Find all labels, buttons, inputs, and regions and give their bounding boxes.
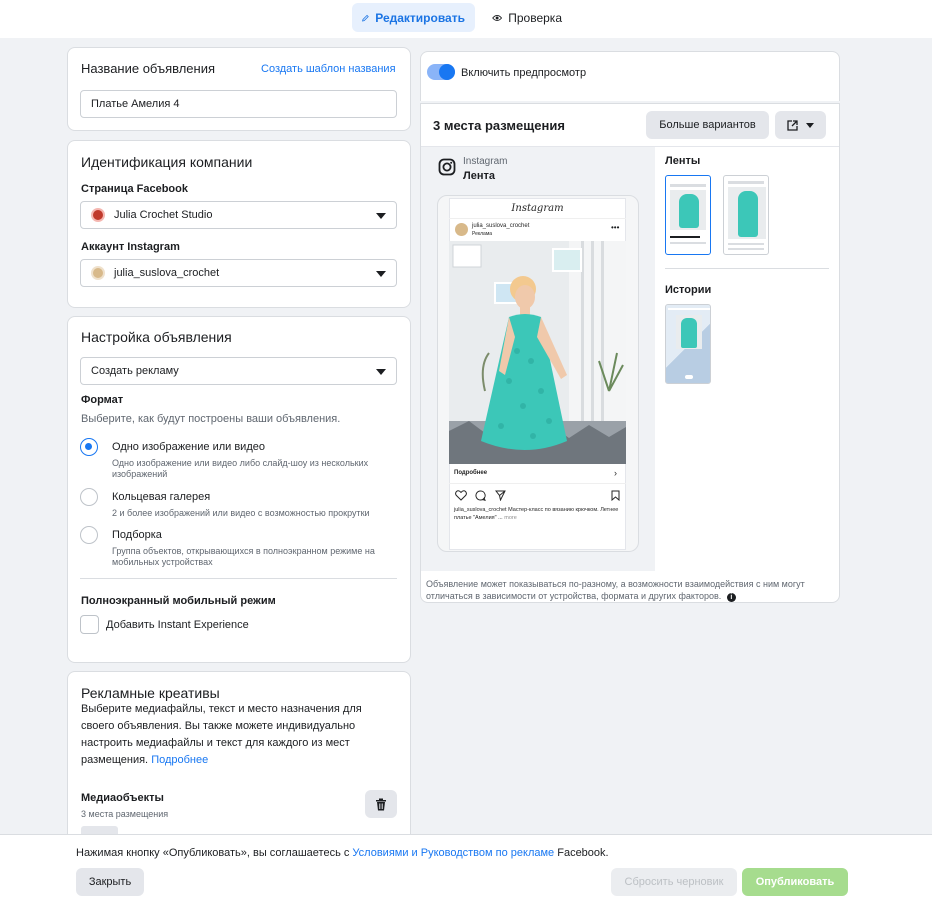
story-thumb-instagram[interactable] [665,304,711,384]
bookmark-icon[interactable] [611,490,620,501]
creatives-description: Выберите медиафайлы, текст и место назна… [81,701,381,769]
format-option-title: Кольцевая галерея [112,491,211,503]
instant-experience-label: Добавить Instant Experience [106,619,249,631]
agreement-prefix: Нажимая кнопку «Опубликовать», вы соглаш… [76,847,353,859]
heart-icon[interactable] [455,490,467,501]
create-name-template-link[interactable]: Создать шаблон названия [261,63,396,75]
cta-label: Подробнее [454,470,488,476]
post-image [449,241,626,464]
chevron-down-icon [376,271,386,277]
instagram-icon [438,158,456,176]
chevron-right-icon: › [614,468,617,478]
instagram-account-avatar [91,266,105,280]
ad-name-input[interactable]: Платье Амелия 4 [80,90,397,118]
edit-tab-label: Редактировать [375,10,465,25]
caption-more[interactable]: more [504,515,517,521]
ad-name-value: Платье Амелия 4 [91,98,180,110]
creatives-title: Рекламные креативы [81,685,220,701]
close-button[interactable]: Закрыть [76,868,144,896]
facebook-page-value: Julia Crochet Studio [114,209,213,221]
publish-button[interactable]: Опубликовать [742,868,848,896]
share-icon[interactable] [495,490,506,501]
info-icon[interactable]: i [726,593,736,602]
preview-toggle[interactable] [427,64,455,80]
terms-link[interactable]: Условиями и Руководством по рекламе [352,847,554,859]
create-ad-select[interactable]: Создать рекламу [80,357,397,385]
post-username: julia_suslova_crochet [472,223,530,229]
thumbnails-divider [665,268,829,269]
creatives-desc-text: Выберите медиафайлы, текст и место назна… [81,703,362,766]
instagram-account-label: Аккаунт Instagram [81,241,180,253]
media-placements-count: 3 места размещения [81,809,169,819]
feed-thumb-instagram[interactable] [665,175,711,255]
placements-title: 3 места размещения [433,118,565,133]
pencil-icon [362,14,369,22]
format-option-title: Одно изображение или видео [112,441,265,453]
preview-platform: Instagram [463,156,508,167]
post-sponsored: Реклама [472,231,493,237]
disclaimer-text: Объявление может показываться по-разному… [426,579,805,601]
chevron-down-icon [806,122,814,128]
instagram-logo-text: Instagram [511,203,564,214]
format-description: Выберите, как будут построены ваши объяв… [81,413,341,425]
feed-thumb-facebook[interactable] [723,175,769,255]
learn-more-link[interactable]: Подробнее [151,754,208,766]
comment-icon[interactable] [475,490,486,501]
external-link-icon [787,119,798,131]
review-tab-label: Проверка [508,10,562,25]
ad-setup-title: Настройка объявления [81,329,232,345]
trash-icon [376,798,386,810]
format-radio-carousel[interactable] [80,488,98,506]
stories-label: Истории [665,284,712,296]
facebook-page-avatar [91,208,105,222]
preview-placement: Лента [463,170,495,182]
fullscreen-mode-label: Полноэкранный мобильный режим [81,595,276,607]
eye-icon [492,14,503,21]
format-label: Формат [81,394,124,406]
create-ad-value: Создать рекламу [91,365,179,377]
format-radio-collection[interactable] [80,526,98,544]
review-tab[interactable]: Проверка [482,3,572,32]
instant-experience-checkbox[interactable] [80,615,99,634]
identity-title: Идентификация компании [81,154,253,170]
chevron-down-icon [376,369,386,375]
format-option-desc: Одно изображение или видео либо слайд-шо… [112,458,369,479]
ad-name-card [67,47,411,131]
top-bar: Редактировать Проверка [0,0,932,38]
feeds-label: Ленты [665,155,701,167]
facebook-page-label: Страница Facebook [81,183,188,195]
caption-username: julia_suslova_crochet [454,507,507,513]
phone-header-divider [449,218,626,219]
instagram-account-value: julia_suslova_crochet [114,267,220,279]
preview-disclaimer: Объявление может показываться по-разному… [426,578,834,602]
post-caption: julia_suslova_crochet Мастер-класс по вя… [454,506,622,522]
reset-draft-button[interactable]: Сбросить черновик [611,868,737,896]
divider [80,578,397,579]
agreement-text: Нажимая кнопку «Опубликовать», вы соглаш… [76,847,609,859]
preview-toggle-label: Включить предпросмотр [461,67,587,79]
agreement-suffix: Facebook. [554,847,609,859]
post-more-icon[interactable]: ••• [611,224,619,232]
facebook-page-select[interactable]: Julia Crochet Studio [80,201,397,229]
chevron-down-icon [376,213,386,219]
share-preview-button[interactable] [775,111,826,139]
media-label: Медиаобъекты [81,792,164,804]
format-option-title: Подборка [112,529,162,541]
post-avatar [455,223,468,236]
format-radio-single[interactable] [80,438,98,456]
format-option-desc: 2 и более изображений или видео с возмож… [112,508,370,518]
more-variants-button[interactable]: Больше вариантов [646,111,769,139]
edit-tab[interactable]: Редактировать [352,3,475,32]
delete-media-button[interactable] [365,790,397,818]
format-option-desc: Группа объектов, открывающихся в полноэк… [112,546,375,567]
ad-name-title: Название объявления [81,61,216,76]
instagram-account-select[interactable]: julia_suslova_crochet [80,259,397,287]
media-thumbnail[interactable] [81,826,118,834]
